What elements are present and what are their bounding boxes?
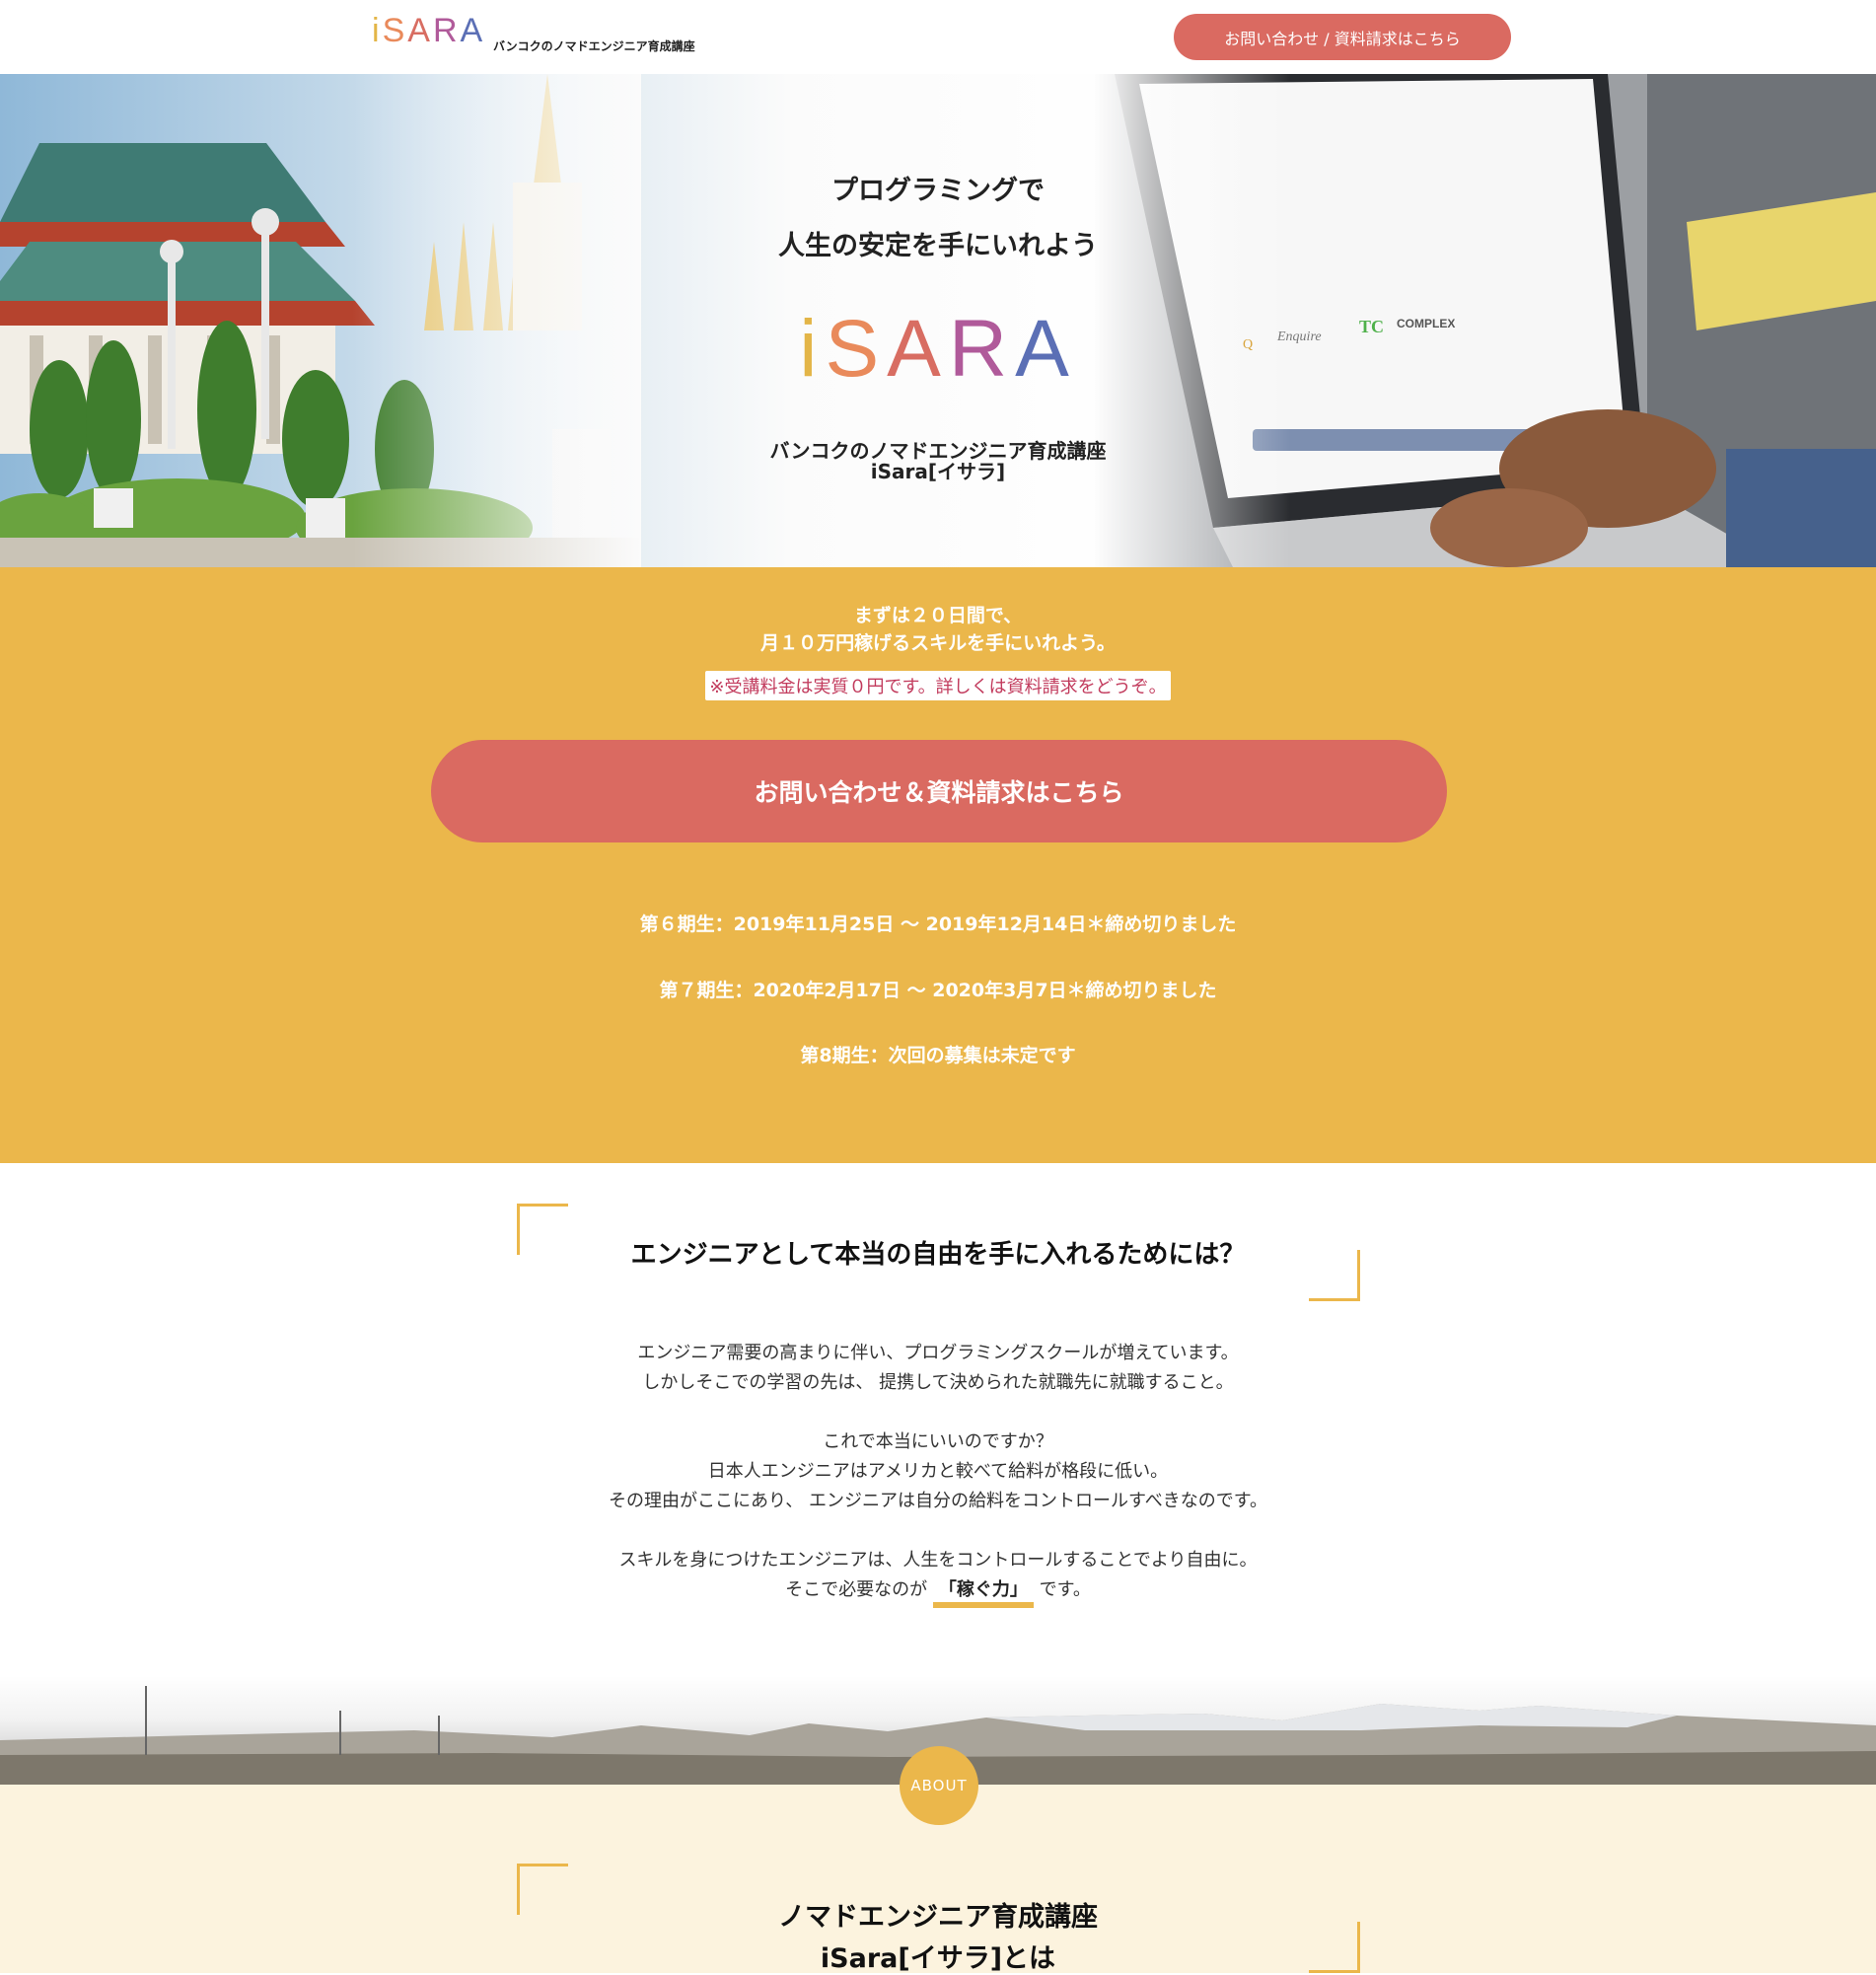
why-text-post: です。 <box>1039 1579 1091 1600</box>
why-title: エンジニアとして本当の自由を手に入れるためには？ <box>630 1240 1246 1270</box>
offer-section: まずは２０日間で、 月１０万円稼げるスキルを手にいれよう。 ※受講料金は実質０円… <box>0 567 1876 1163</box>
hero-headline-1: プログラミングで <box>831 176 1045 206</box>
why-text-pre: そこで必要なのが <box>785 1579 928 1600</box>
logo-letter: R <box>432 12 461 49</box>
logo-letter: S <box>382 12 408 49</box>
logo-letter: A <box>407 12 433 49</box>
offer-note: ※受講料金は実質０円です。詳しくは資料請求をどうぞ。 <box>705 671 1171 700</box>
logo-letter: A <box>460 12 486 49</box>
why-text-line: その理由がここにあり、 エンジニアは自分の給料をコントロールすべきなのです。 <box>609 1491 1267 1511</box>
hero-banner: Q Enquire TC COMPLEX プログラミングで 人生の安定を手にいれ… <box>0 74 1876 567</box>
why-section: エンジニアとして本当の自由を手に入れるためには？ エンジニア需要の高まりに伴い、… <box>0 1163 1876 1676</box>
term-6: 第６期生：2019年11月25日 ～ 2019年12月14日＊締め切りました <box>639 914 1237 935</box>
about-title: ノマドエンジニア育成講座 <box>778 1902 1098 1933</box>
hero-logo-letter: A <box>887 304 949 394</box>
hero-headline-2: 人生の安定を手にいれよう <box>778 231 1098 261</box>
header-contact-button[interactable]: お問い合わせ / 資料請求はこちら <box>1174 14 1511 60</box>
header-tagline: バンコクのノマドエンジニア育成講座 <box>493 39 695 53</box>
hero-isara-logo: iSARA <box>0 303 1876 396</box>
term-7: 第７期生：2020年2月17日 ～ 2020年3月7日＊締め切りました <box>659 980 1217 1001</box>
why-text-line: 日本人エンジニアはアメリカと較べて給料が格段に低い。 <box>707 1461 1169 1482</box>
offer-line-2: 月１０万円稼げるスキルを手にいれよう。 <box>760 632 1116 654</box>
site-header: iSARA バンコクのノマドエンジニア育成講座 お問い合わせ / 資料請求はこち… <box>0 0 1876 74</box>
about-badge: ABOUT <box>900 1746 978 1825</box>
why-text-line: これで本当にいいのですか？ <box>823 1431 1053 1452</box>
hero-logo-letter: i <box>799 304 826 394</box>
why-text-line: そこで必要なのが 「稼ぐ力」 です。 <box>0 1575 1876 1608</box>
why-paragraph-2: これで本当にいいのですか？ 日本人エンジニアはアメリカと較べて給料が格段に低い。… <box>0 1427 1876 1516</box>
hero-logo-letter: S <box>825 304 888 394</box>
why-text-line: しかしそこでの学習の先は、 提携して決められた就職先に就職すること。 <box>642 1372 1234 1393</box>
offer-line-1: まずは２０日間で、 <box>853 605 1023 626</box>
why-paragraph-3: スキルを身につけたエンジニアは、人生をコントロールすることでより自由に。 そこで… <box>0 1546 1876 1608</box>
hero-content: プログラミングで 人生の安定を手にいれよう iSARA バンコクのノマドエンジニ… <box>0 74 1876 567</box>
about-title-name: iSara[イサラ]とは <box>820 1943 1056 1974</box>
term-8: 第8期生：次回の募集は未定です <box>800 1045 1076 1066</box>
why-text-line: エンジニア需要の高まりに伴い、プログラミングスクールが増えています。 <box>637 1343 1239 1363</box>
logo-letter: i <box>372 12 383 49</box>
why-text-line: スキルを身につけたエンジニアは、人生をコントロールすることでより自由に。 <box>618 1550 1258 1571</box>
earning-power-highlight: 「稼ぐ力」 <box>932 1578 1034 1608</box>
isara-logo[interactable]: iSARA <box>372 12 485 50</box>
hero-logo-letter: R <box>948 304 1016 394</box>
why-paragraph-1: エンジニア需要の高まりに伴い、プログラミングスクールが増えています。 しかしそこ… <box>0 1339 1876 1398</box>
hero-subtitle-name: iSara[イサラ] <box>870 460 1006 483</box>
hero-logo-letter: A <box>1015 304 1077 394</box>
offer-note-wrap: ※受講料金は実質０円です。詳しくは資料請求をどうぞ。 <box>0 671 1876 700</box>
contact-request-button[interactable]: お問い合わせ＆資料請求はこちら <box>431 740 1447 842</box>
